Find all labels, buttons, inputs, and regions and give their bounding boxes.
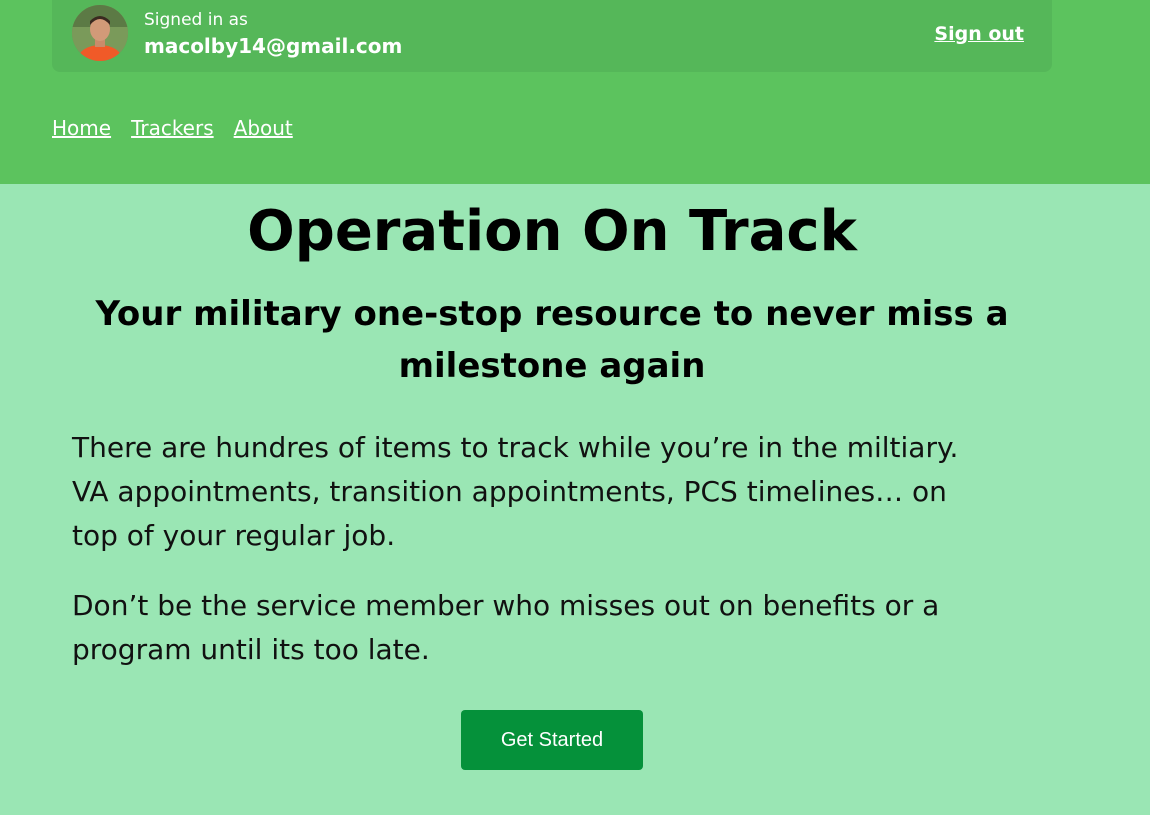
signed-in-label: Signed in as	[144, 10, 248, 30]
get-started-button[interactable]: Get Started	[461, 710, 643, 770]
account-bar: Signed in as macolby14@gmail.com Sign ou…	[52, 0, 1052, 72]
page-title: Operation On Track	[247, 199, 857, 264]
page-subtitle: Your military one-stop resource to never…	[95, 294, 1009, 386]
hero-section: Operation On Track Your military one-sto…	[72, 184, 1032, 672]
nav-link-home[interactable]: Home	[52, 116, 111, 140]
user-email: macolby14@gmail.com	[144, 34, 403, 58]
nav-link-trackers[interactable]: Trackers	[131, 116, 214, 140]
main-nav: Home Trackers About	[52, 116, 293, 140]
intro-paragraph: There are hundres of items to track whil…	[72, 431, 959, 552]
site-header: Signed in as macolby14@gmail.com Sign ou…	[0, 0, 1150, 184]
warning-paragraph: Don’t be the service member who misses o…	[72, 589, 940, 666]
user-avatar	[72, 5, 128, 61]
nav-link-about[interactable]: About	[234, 116, 293, 140]
avatar-image	[72, 5, 128, 61]
sign-out-link[interactable]: Sign out	[934, 23, 1024, 45]
